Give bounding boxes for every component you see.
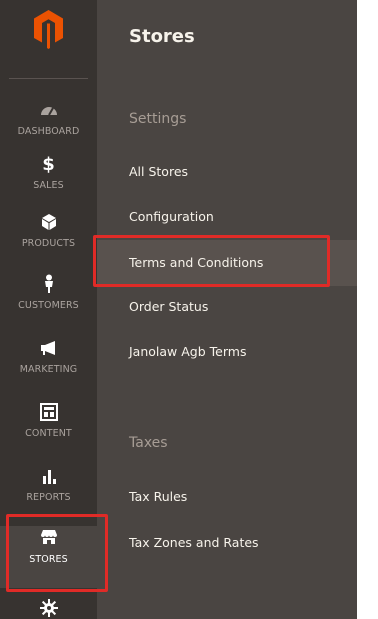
- layout-icon: [0, 400, 97, 424]
- annotation-stores-box: [6, 514, 108, 592]
- bar-chart-icon: [0, 464, 97, 488]
- settings-group-title: Settings: [129, 111, 187, 127]
- nav-label: DASHBOARD: [17, 126, 80, 137]
- logo-separator: [9, 78, 88, 79]
- nav-label: REPORTS: [26, 492, 71, 503]
- stores-flyout-menu: Stores Settings All Stores Configuration…: [97, 0, 357, 619]
- link-configuration[interactable]: Configuration: [129, 209, 214, 224]
- nav-item-system[interactable]: [0, 596, 97, 619]
- link-tax-rules[interactable]: Tax Rules: [129, 489, 187, 504]
- dollar-icon: $: [42, 153, 55, 175]
- nav-label: PRODUCTS: [21, 238, 76, 249]
- nav-item-sales[interactable]: $ SALES: [0, 152, 97, 214]
- nav-item-marketing[interactable]: MARKETING: [0, 336, 97, 398]
- gear-icon: [0, 596, 97, 619]
- magento-logo[interactable]: [0, 0, 97, 70]
- nav-label: CUSTOMERS: [18, 300, 79, 311]
- page-background: [357, 0, 378, 619]
- nav-item-customers[interactable]: CUSTOMERS: [0, 272, 97, 334]
- link-order-status[interactable]: Order Status: [129, 299, 208, 314]
- nav-label: MARKETING: [19, 364, 78, 375]
- megaphone-icon: [0, 336, 97, 360]
- taxes-group-title: Taxes: [129, 435, 168, 451]
- nav-label: SALES: [33, 180, 64, 191]
- nav-item-dashboard[interactable]: DASHBOARD: [0, 98, 97, 160]
- annotation-terms-box: [93, 235, 330, 287]
- dashboard-icon: [0, 98, 97, 122]
- link-janolaw-agb-terms[interactable]: Janolaw Agb Terms: [129, 344, 246, 359]
- link-all-stores[interactable]: All Stores: [129, 164, 188, 179]
- person-icon: [0, 272, 97, 296]
- cube-icon: [0, 210, 97, 234]
- nav-item-products[interactable]: PRODUCTS: [0, 210, 97, 272]
- nav-label: CONTENT: [25, 428, 72, 439]
- nav-item-content[interactable]: CONTENT: [0, 400, 97, 462]
- flyout-title: Stores: [129, 26, 195, 47]
- link-tax-zones-and-rates[interactable]: Tax Zones and Rates: [129, 535, 259, 550]
